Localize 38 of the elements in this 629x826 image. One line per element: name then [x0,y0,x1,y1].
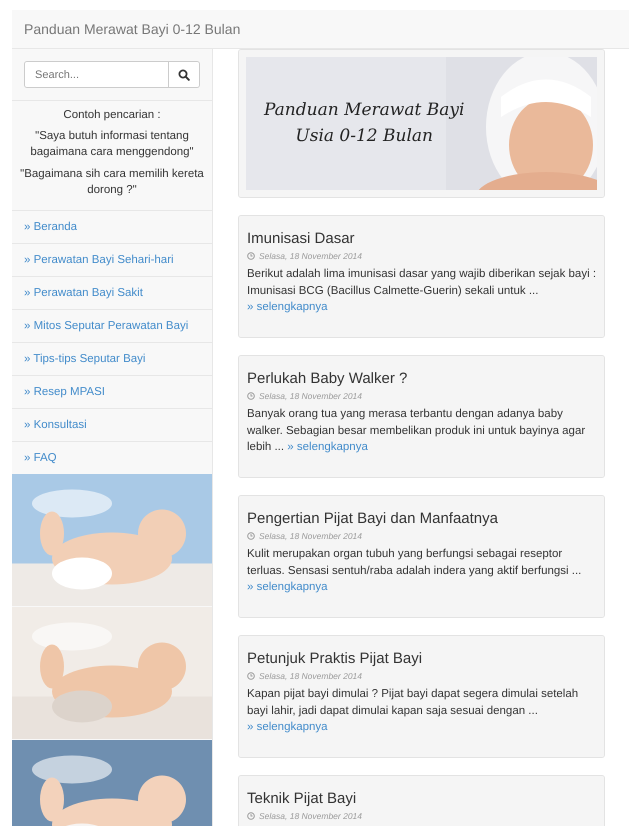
menu-link[interactable]: » Beranda [12,210,212,243]
examples-heading: Contoh pencarian : [62,108,162,123]
clock-icon [247,812,255,820]
clock-icon [247,532,255,540]
search-example: "Saya butuh informasi tentang bagaimana cara menggendong" [29,129,195,160]
site-title[interactable]: Panduan Merawat Bayi 0-12 Bulan [24,21,240,37]
post-title[interactable]: Perlukah Baby Walker ? [247,370,408,387]
post-date: Selasa, 18 November 2014 [259,391,362,401]
post-date: Selasa, 18 November 2014 [259,531,362,541]
post-title[interactable]: Imunisasi Dasar [247,230,355,247]
clock-icon [247,252,255,260]
post-date: Selasa, 18 November 2014 [259,251,362,261]
post-excerpt: Kulit merupakan organ tubuh yang berfungsi sebagai reseptor terluas. Sensasi sentuh/raba adalah indera yang aktif berfungsi ... » selengkapnya [247,547,582,595]
post-date: Selasa, 18 November 2014 [259,811,362,821]
post-title[interactable]: Pengertian Pijat Bayi dan Manfaatnya [247,510,498,527]
post-title[interactable]: Teknik Pijat Bayi [247,790,356,807]
post-date: Selasa, 18 November 2014 [259,671,362,681]
post-title[interactable]: Petunjuk Praktis Pijat Bayi [247,650,422,667]
menu-link[interactable]: » Perawatan Bayi Sehari-hari [12,243,212,276]
post-excerpt: Kapan pijat bayi dimulai ? Pijat bayi dapat segera dimulai setelah bayi lahir, jadi dapat dimulai kapan saja sesuai dengan ... » selengkapnya [247,687,580,735]
clock-icon [247,672,255,680]
read-more-link[interactable]: » selengkapnya [247,581,328,593]
menu-link[interactable]: » Tips-tips Seputar Bayi [12,342,212,375]
search-icon [178,68,190,80]
search-field[interactable]: Search... [24,61,169,88]
post-excerpt: Berikut adalah lima imunisasi dasar yang wajib diberikan sejak bayi : Imunisasi BCG (Bacillus Calmette-Guerin) sekali untuk ... » selengkapnya [247,267,596,315]
menu-link[interactable]: » Konsultasi [12,408,212,441]
banner-title: Panduan Merawat Bayi Usia 0-12 Bulan [264,99,464,148]
post-excerpt: Banyak orang tua yang merasa terbantu dengan adanya baby walker. Sebagian besar membelikan produk ini untuk bayinya agar lebih ... » selengkapnya [247,407,586,455]
read-more-link[interactable]: » selengkapnya [247,721,328,733]
menu-link[interactable]: » Mitos Seputar Perawatan Bayi [12,309,212,342]
clock-icon [247,392,255,400]
read-more-link[interactable]: » selengkapnya [247,301,328,313]
read-more-link[interactable]: » selengkapnya [287,441,368,453]
search-example: "Bagaimana sih cara memilih kereta dorong ?" [19,167,205,198]
menu-link[interactable]: » Resep MPASI [12,375,212,408]
search-button[interactable] [169,61,200,88]
menu-link[interactable]: » Perawatan Bayi Sakit [12,276,212,309]
